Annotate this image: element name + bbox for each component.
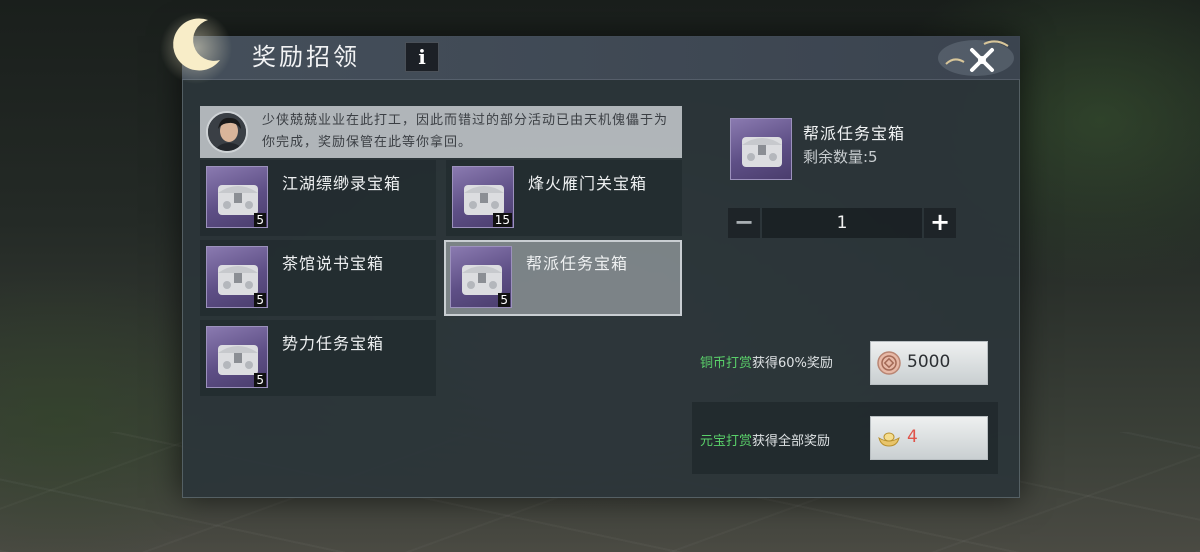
item-count-badge: 5 bbox=[254, 293, 266, 307]
increase-button[interactable]: + bbox=[924, 208, 956, 238]
ingot-reward-type: 元宝打赏 bbox=[700, 434, 753, 449]
ingot-amount: 4 bbox=[907, 427, 918, 447]
decrease-button[interactable]: − bbox=[728, 208, 760, 238]
copper-reward-desc: 获得60%奖励 bbox=[752, 356, 833, 371]
treasure-chest-icon: 5 bbox=[450, 246, 512, 308]
chest-name: 茶馆说书宝箱 bbox=[282, 254, 385, 273]
selected-chest-detail: 帮派任务宝箱 剩余数量:5 bbox=[692, 106, 998, 212]
list-item[interactable]: 5 江湖缥缈录宝箱 bbox=[200, 160, 436, 236]
ingot-pay-button[interactable]: 4 bbox=[870, 416, 988, 460]
treasure-chest-icon: 5 bbox=[206, 326, 268, 388]
copper-reward-label: 铜币打赏获得60%奖励 bbox=[700, 352, 833, 371]
window-title: 奖励招领 bbox=[252, 43, 360, 71]
item-count-badge: 15 bbox=[492, 213, 512, 227]
item-count-badge: 5 bbox=[254, 373, 266, 387]
item-count-badge: 5 bbox=[498, 293, 510, 307]
detail-chest-name: 帮派任务宝箱 bbox=[803, 124, 906, 143]
ingot-reward-desc: 获得全部奖励 bbox=[752, 434, 831, 449]
copper-coin-icon bbox=[877, 351, 901, 375]
info-button[interactable]: i bbox=[405, 42, 439, 72]
yuanbao-ingot-icon bbox=[878, 432, 900, 447]
treasure-chest-icon bbox=[730, 118, 792, 180]
notice-text: 少侠兢兢业业在此打工，因此而错过的部分活动已由天机傀儡于为你完成，奖励保管在此等… bbox=[262, 113, 669, 150]
list-item[interactable]: 5 势力任务宝箱 bbox=[200, 320, 436, 396]
treasure-chest-icon: 5 bbox=[206, 246, 268, 308]
copper-reward-type: 铜币打赏 bbox=[700, 356, 753, 371]
remaining-quantity: 剩余数量:5 bbox=[803, 148, 878, 166]
crescent-moon-icon bbox=[160, 12, 232, 84]
copper-pay-button[interactable]: 5000 bbox=[870, 341, 988, 385]
ingot-reward-label: 元宝打赏获得全部奖励 bbox=[700, 430, 830, 449]
quantity-stepper: − 1 + bbox=[728, 208, 956, 238]
close-icon[interactable] bbox=[924, 34, 1014, 80]
chest-name: 江湖缥缈录宝箱 bbox=[282, 174, 402, 193]
chest-name: 势力任务宝箱 bbox=[282, 334, 385, 353]
list-item[interactable]: 5 茶馆说书宝箱 bbox=[200, 240, 436, 316]
copper-amount: 5000 bbox=[907, 352, 951, 372]
quantity-field[interactable]: 1 bbox=[762, 208, 922, 238]
treasure-chest-icon: 15 bbox=[452, 166, 514, 228]
chest-name: 帮派任务宝箱 bbox=[526, 254, 629, 273]
avatar bbox=[206, 111, 248, 153]
item-count-badge: 5 bbox=[254, 213, 266, 227]
notice-banner: 少侠兢兢业业在此打工，因此而错过的部分活动已由天机傀儡于为你完成，奖励保管在此等… bbox=[200, 106, 682, 158]
ingot-reward-row: 元宝打赏获得全部奖励 4 bbox=[692, 402, 998, 474]
copper-reward-row: 铜币打赏获得60%奖励 5000 bbox=[692, 328, 998, 400]
treasure-chest-icon: 5 bbox=[206, 166, 268, 228]
list-item-selected[interactable]: 5 帮派任务宝箱 bbox=[444, 240, 682, 316]
chest-name: 烽火雁门关宝箱 bbox=[528, 174, 648, 193]
list-item[interactable]: 15 烽火雁门关宝箱 bbox=[446, 160, 682, 236]
